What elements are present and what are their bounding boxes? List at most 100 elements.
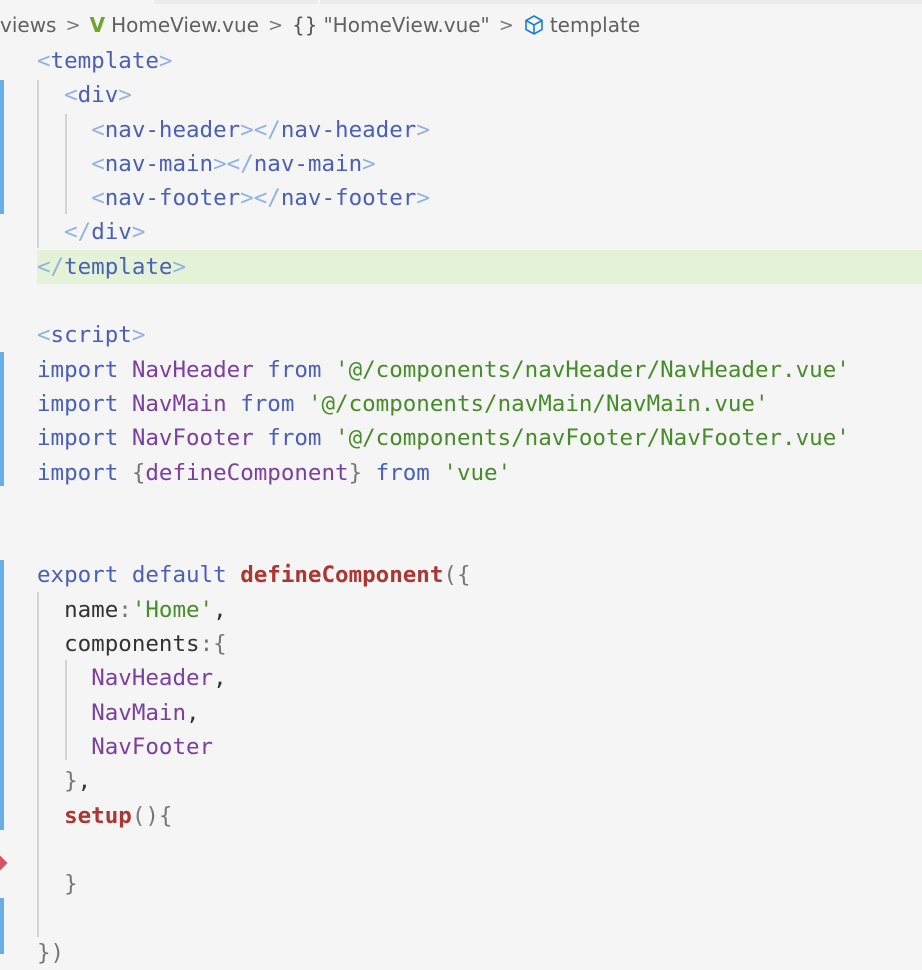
code-token: from (267, 356, 336, 383)
code-token: </ (64, 219, 92, 246)
code-token: NavFooter (91, 733, 214, 760)
code-token: ({ (443, 562, 471, 589)
code-token: from (267, 425, 336, 452)
code-token: : (118, 596, 132, 623)
code-token: nav-footer (104, 185, 241, 212)
code-line[interactable]: <nav-main></nav-main> (0, 147, 922, 181)
code-line[interactable]: components:{ (0, 627, 922, 661)
code-line[interactable]: import NavMain from '@/components/navMai… (0, 387, 922, 421)
code-token: NavFooter (131, 425, 268, 452)
code-token: , (213, 596, 227, 623)
code-editor[interactable]: <template> <div> <nav-header></nav-heade… (0, 44, 922, 970)
cube-icon (525, 15, 543, 35)
code-line[interactable]: } (0, 867, 922, 901)
code-token: > (131, 219, 146, 246)
code-line[interactable]: name:'Home', (0, 593, 922, 627)
code-line[interactable]: <template> (0, 44, 922, 78)
code-token: ></ (240, 185, 281, 212)
code-line[interactable]: <script> (0, 318, 922, 352)
code-token: < (37, 322, 51, 349)
code-line[interactable]: }, (0, 764, 922, 798)
code-line[interactable]: import NavHeader from '@/components/navH… (0, 353, 922, 387)
code-token: defineComponent (145, 459, 349, 486)
code-token: import (37, 390, 132, 417)
code-line[interactable]: </div> (0, 215, 922, 249)
code-token: import (37, 459, 132, 486)
code-token: name (37, 596, 119, 623)
code-line[interactable]: }) (0, 936, 922, 970)
code-token: NavMain (91, 699, 187, 726)
code-token: from (240, 390, 308, 417)
chevron-right-icon: > (65, 14, 81, 36)
code-token: > (362, 150, 376, 177)
code-line[interactable]: export default defineComponent({ (0, 558, 922, 592)
code-line[interactable]: <nav-header></nav-header> (0, 113, 922, 147)
code-line[interactable]: import NavFooter from '@/components/navF… (0, 421, 922, 455)
code-token: }) (37, 939, 65, 966)
code-token: import (37, 425, 132, 452)
code-token: { (131, 459, 146, 486)
code-token: </ (37, 253, 65, 280)
breadcrumb-item-template[interactable]: template (550, 13, 640, 37)
code-line[interactable]: NavHeader, (0, 661, 922, 695)
code-token: > (118, 82, 132, 109)
tab-strip-edge (0, 0, 922, 4)
breadcrumb-item-views[interactable]: views (0, 13, 56, 37)
chevron-right-icon: > (267, 14, 284, 36)
vue-logo-icon: V (89, 13, 106, 37)
code-line[interactable] (0, 833, 922, 867)
code-token: NavMain (131, 390, 241, 417)
code-token: components (37, 631, 200, 658)
breadcrumb-item-module[interactable]: "HomeView.vue" (323, 13, 489, 37)
chevron-right-icon: > (498, 14, 514, 36)
code-line[interactable] (0, 524, 922, 558)
code-token: nav-main (253, 150, 363, 177)
code-token: > (172, 253, 187, 280)
code-line[interactable]: NavFooter (0, 730, 922, 764)
code-token: , (213, 665, 227, 692)
code-line[interactable] (0, 490, 922, 524)
code-line[interactable]: import {defineComponent} from 'vue' (0, 456, 922, 490)
code-token: :{ (199, 631, 227, 658)
code-token: ></ (240, 116, 281, 143)
code-line[interactable]: NavMain, (0, 696, 922, 730)
code-line[interactable] (0, 284, 922, 318)
code-line[interactable] (0, 901, 922, 935)
code-token: > (416, 185, 430, 212)
code-token: ></ (213, 150, 254, 177)
code-line[interactable]: </template> (37, 249, 922, 285)
braces-icon: {} (292, 13, 318, 37)
code-token: div (91, 219, 132, 246)
code-token: } (64, 871, 78, 898)
code-token: template (50, 48, 159, 74)
code-token: div (77, 82, 119, 109)
code-token: defineComponent (240, 562, 444, 589)
code-token: (){ (131, 802, 173, 829)
code-token: , (186, 699, 200, 726)
code-token: < (91, 185, 105, 212)
code-line[interactable]: <div> (0, 78, 922, 112)
breadcrumb: views > V HomeView.vue > {} "HomeView.vu… (0, 8, 640, 42)
code-token: nav-header (104, 116, 241, 143)
code-token: < (91, 116, 105, 143)
code-token: from (375, 459, 444, 486)
code-line[interactable]: <nav-footer></nav-footer> (0, 181, 922, 215)
code-line[interactable]: setup(){ (0, 799, 922, 833)
code-token: setup (64, 802, 132, 829)
code-token: nav-main (104, 150, 214, 177)
code-token: > (131, 322, 146, 349)
breadcrumb-item-file[interactable]: HomeView.vue (111, 13, 259, 37)
code-token: > (158, 48, 173, 74)
code-token: } (348, 459, 376, 486)
